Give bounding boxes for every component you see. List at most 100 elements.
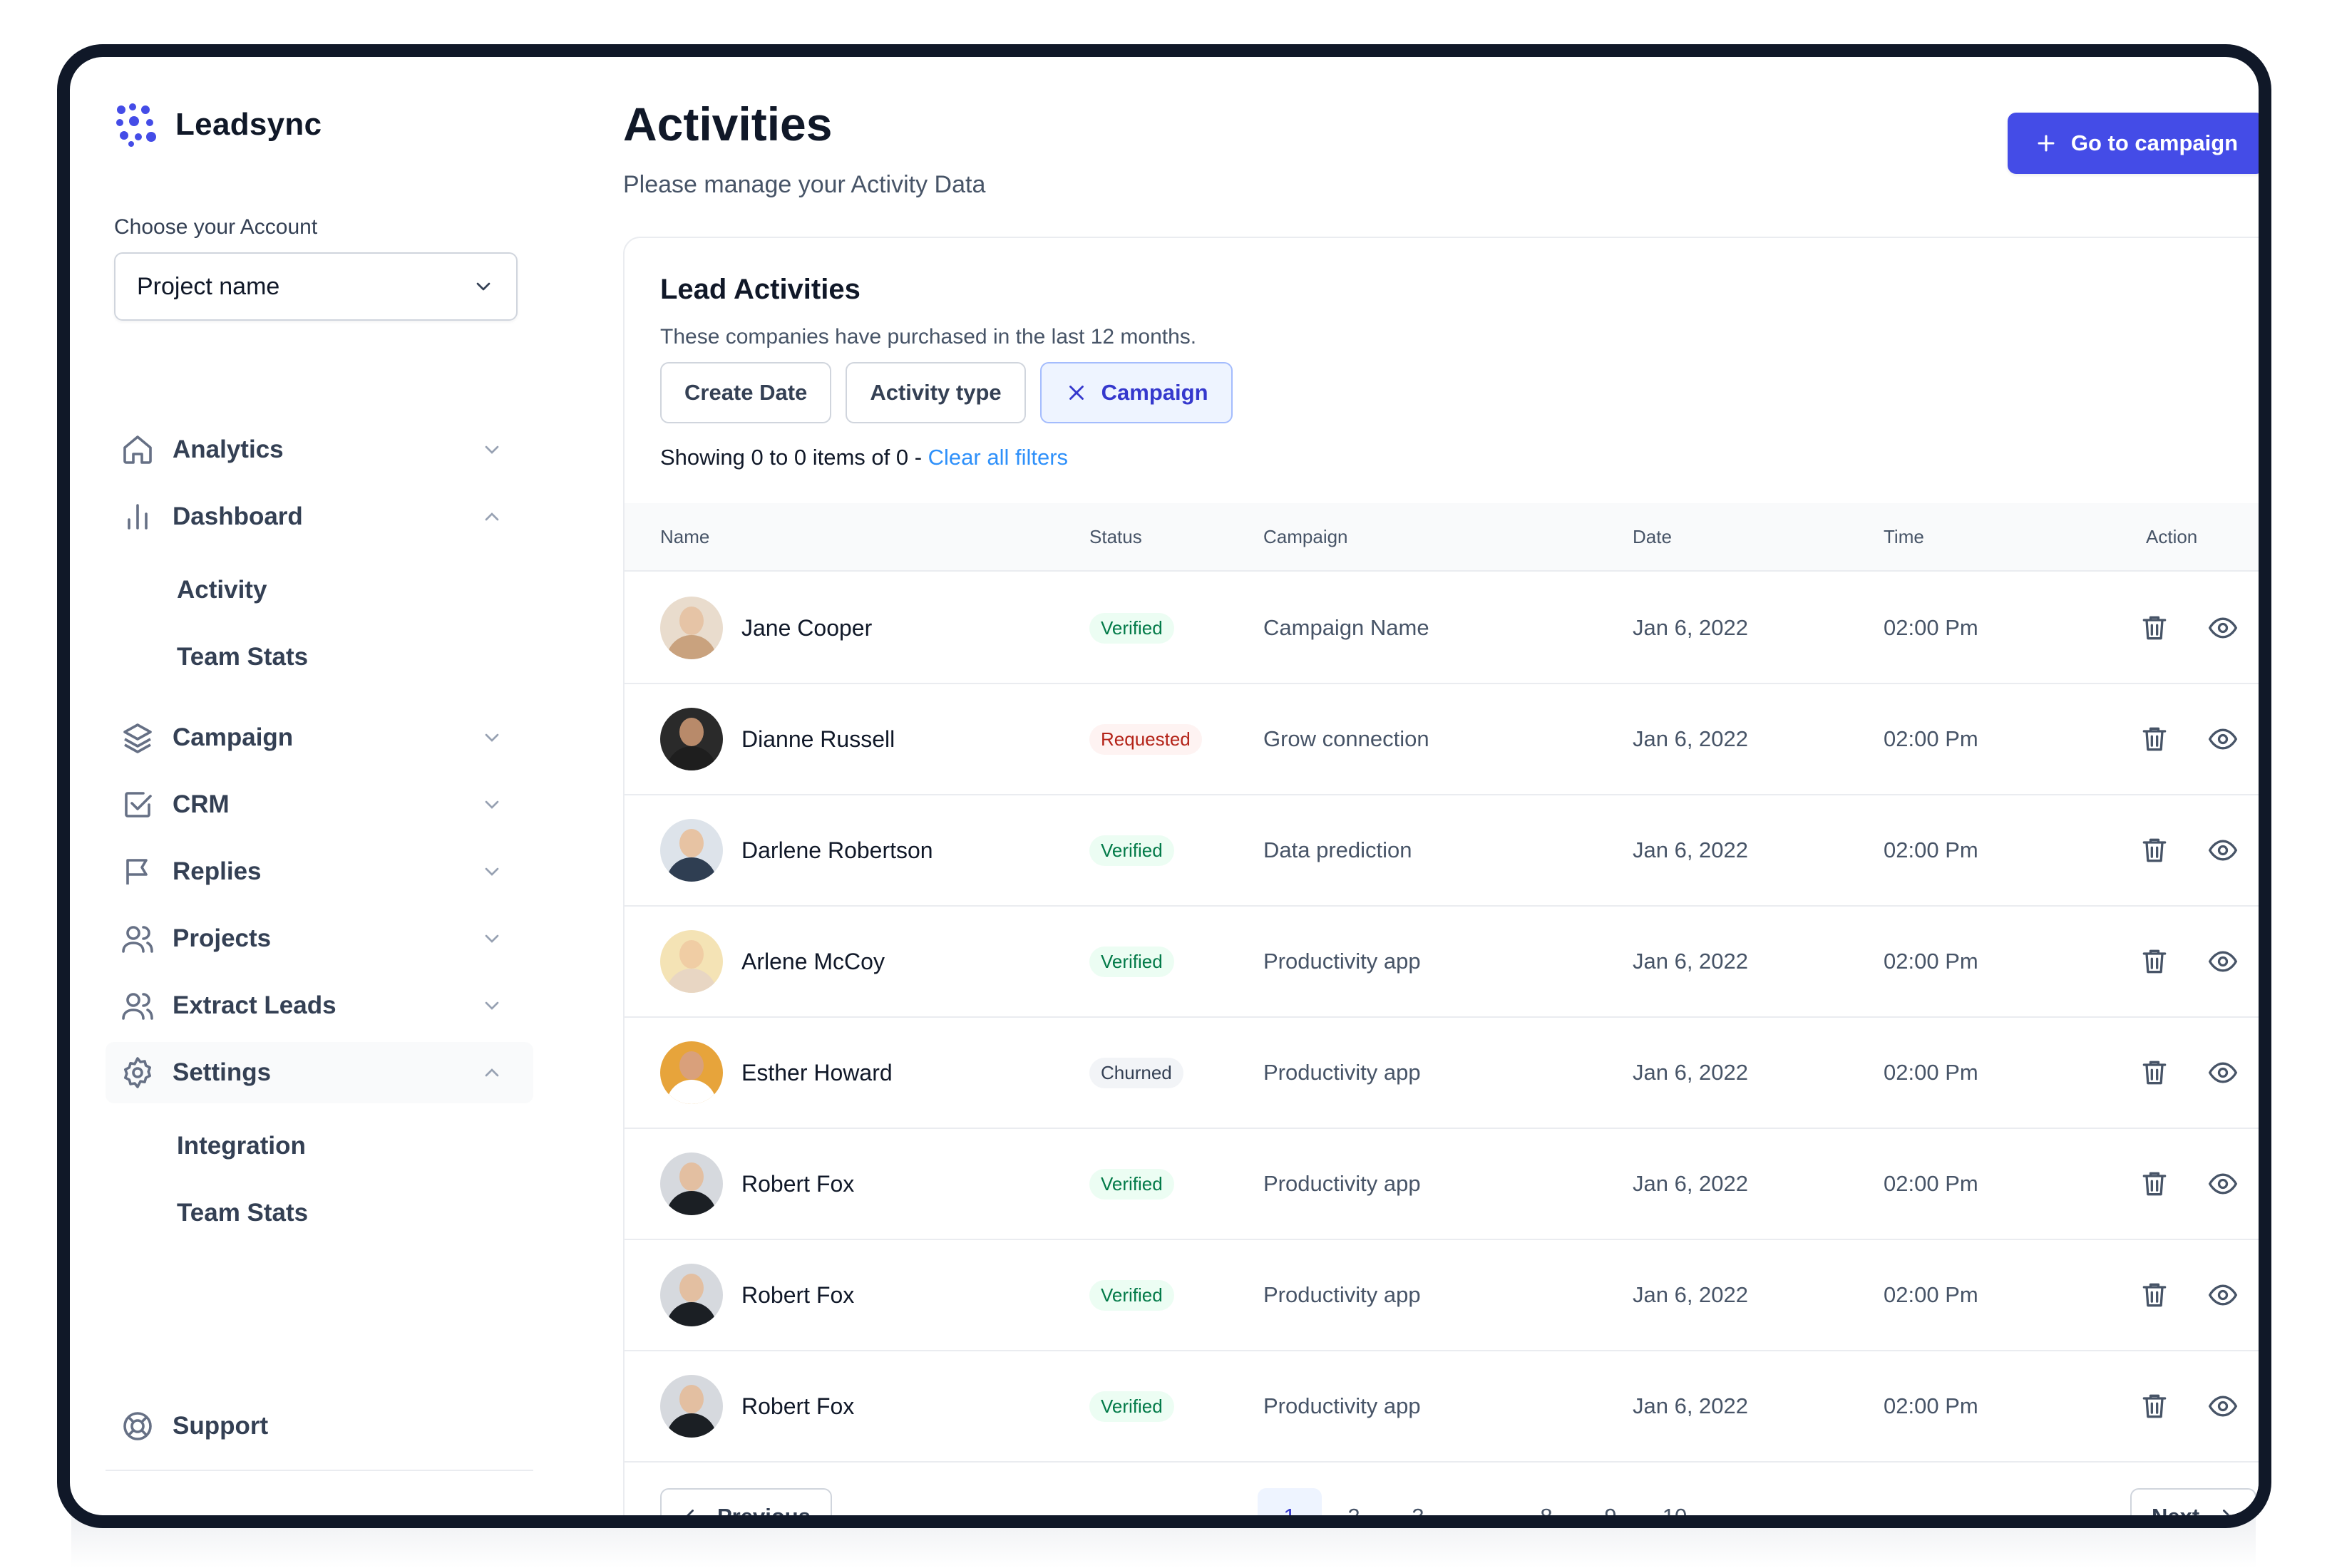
action-cell (2139, 1351, 2239, 1461)
sidebar-subitem-activity[interactable]: Activity (177, 576, 267, 604)
sidebar-item-label: Support (173, 1412, 269, 1440)
time-cell: 02:00 Pm (1884, 837, 1978, 862)
avatar (660, 597, 723, 659)
status-badge: Churned (1089, 1057, 1183, 1088)
time-cell: 02:00 Pm (1884, 1060, 1978, 1085)
page-button[interactable]: 2 (1322, 1488, 1386, 1515)
trash-icon[interactable] (2139, 1391, 2170, 1422)
sidebar-item-extract-leads[interactable]: Extract Leads (106, 975, 533, 1036)
action-cell (2139, 1018, 2239, 1128)
column-header-status[interactable]: Status (1089, 526, 1142, 548)
eye-icon[interactable] (2207, 612, 2239, 644)
sidebar-item-support[interactable]: Support (106, 1396, 533, 1457)
sidebar-subitem-team-stats[interactable]: Team Stats (177, 643, 308, 671)
sidebar-subitem-team-stats[interactable]: Team Stats (177, 1199, 308, 1227)
trash-icon[interactable] (2139, 1057, 2170, 1088)
previous-button[interactable]: Previous (660, 1488, 832, 1515)
date-cell: Jan 6, 2022 (1633, 949, 1749, 974)
table-row[interactable]: Robert Fox Verified Productivity app Jan 6,… (625, 1351, 2259, 1463)
trash-icon[interactable] (2139, 835, 2170, 866)
sidebar-subitem-integration[interactable]: Integration (177, 1132, 306, 1160)
trash-icon[interactable] (2139, 723, 2170, 755)
page-button[interactable]: 9 (1578, 1488, 1643, 1515)
eye-icon[interactable] (2207, 1057, 2239, 1088)
sidebar-item-label: Campaign (173, 723, 294, 751)
sidebar-item-campaign[interactable]: Campaign (106, 707, 533, 768)
sidebar-item-settings[interactable]: Settings (106, 1042, 533, 1103)
column-header-name[interactable]: Name (660, 526, 709, 548)
go-to-campaign-button[interactable]: Go to campaign (2008, 113, 2259, 174)
trash-icon[interactable] (2139, 1168, 2170, 1200)
avatar (660, 1041, 723, 1104)
eye-icon[interactable] (2207, 723, 2239, 755)
eye-icon[interactable] (2207, 1391, 2239, 1422)
column-header-campaign[interactable]: Campaign (1263, 526, 1348, 548)
page-button[interactable]: 8 (1514, 1488, 1578, 1515)
date-cell: Jan 6, 2022 (1633, 1060, 1749, 1085)
table-row[interactable]: Dianne Russell Requested Grow connection Ja… (625, 684, 2259, 795)
name-cell: Robert Fox (660, 1240, 854, 1350)
action-cell (2139, 795, 2239, 905)
table-row[interactable]: Robert Fox Verified Productivity app Jan 6,… (625, 1129, 2259, 1240)
sidebar-item-analytics[interactable]: Analytics (106, 419, 533, 480)
action-cell (2139, 907, 2239, 1016)
sidebar-item-dashboard[interactable]: Dashboard (106, 486, 533, 547)
campaign-cell: Productivity app (1263, 1171, 1421, 1196)
chevron-up-icon (485, 1068, 499, 1077)
layers-icon (120, 720, 155, 755)
table-row[interactable]: Arlene McCoy Verified Productivity app Jan … (625, 907, 2259, 1018)
users-icon (120, 988, 155, 1023)
sidebar-item-crm[interactable]: CRM (106, 774, 533, 835)
sidebar-divider (106, 1470, 533, 1471)
column-header-date[interactable]: Date (1633, 526, 1672, 548)
filter-activity-type[interactable]: Activity type (846, 362, 1026, 423)
eye-icon[interactable] (2207, 1279, 2239, 1311)
trash-icon[interactable] (2139, 612, 2170, 644)
table-row[interactable]: Robert Fox Verified Productivity app Jan 6,… (625, 1240, 2259, 1351)
sidebar-item-label: Extract Leads (173, 991, 337, 1019)
lead-name: Robert Fox (741, 1281, 855, 1308)
sidebar-item-replies[interactable]: Replies (106, 841, 533, 902)
page-button[interactable]: 3 (1386, 1488, 1450, 1515)
page-subtitle: Please manage your Activity Data (623, 171, 986, 198)
page-button[interactable]: 1 (1258, 1488, 1322, 1515)
column-header-time[interactable]: Time (1884, 526, 1924, 548)
sidebar-item-projects[interactable]: Projects (106, 908, 533, 969)
date-cell: Jan 6, 2022 (1633, 1171, 1749, 1196)
table-row[interactable]: Jane Cooper Verified Campaign Name Jan 6, 2… (625, 573, 2259, 684)
brand[interactable]: Leadsync (114, 101, 322, 148)
trash-icon[interactable] (2139, 946, 2170, 977)
avatar (660, 708, 723, 770)
time-cell: 02:00 Pm (1884, 1171, 1978, 1196)
table-row[interactable]: Darlene Robertson Verified Data prediction… (625, 795, 2259, 907)
next-button[interactable]: Next (2130, 1488, 2257, 1515)
campaign-cell: Campaign Name (1263, 615, 1429, 640)
avatar (660, 1375, 723, 1438)
action-cell (2139, 573, 2239, 683)
chevron-down-icon (485, 800, 499, 809)
page-numbers: 1 2 3... 8 9 10 (1258, 1488, 1707, 1528)
chevron-down-icon (485, 1001, 499, 1010)
campaign-cell: Productivity app (1263, 949, 1421, 974)
chevron-down-icon (485, 733, 499, 742)
clear-filters-link[interactable]: Clear all filters (928, 445, 1068, 470)
filter-campaign[interactable]: Campaign (1039, 362, 1233, 423)
go-to-campaign-label: Go to campaign (2070, 130, 2239, 155)
account-select[interactable]: Project name (114, 252, 518, 321)
eye-icon[interactable] (2207, 1168, 2239, 1200)
table-row[interactable]: Esther Howard Churned Productivity app Jan … (625, 1018, 2259, 1129)
page-button[interactable]: 10 (1643, 1488, 1707, 1515)
close-icon[interactable] (1064, 381, 1089, 405)
avatar (660, 930, 723, 993)
eye-icon[interactable] (2207, 835, 2239, 866)
trash-icon[interactable] (2139, 1279, 2170, 1311)
campaign-cell: Productivity app (1263, 1393, 1421, 1418)
chevron-down-icon (485, 934, 499, 943)
user-avatar[interactable] (118, 1518, 175, 1528)
card-subtitle: These companies have purchased in the la… (660, 325, 1197, 349)
table-header: Name Status Campaign Date Time Action (625, 503, 2259, 572)
filter-create-date[interactable]: Create Date (660, 362, 832, 423)
time-cell: 02:00 Pm (1884, 726, 1978, 751)
page-ellipsis: ... (1473, 1504, 1491, 1528)
eye-icon[interactable] (2207, 946, 2239, 977)
